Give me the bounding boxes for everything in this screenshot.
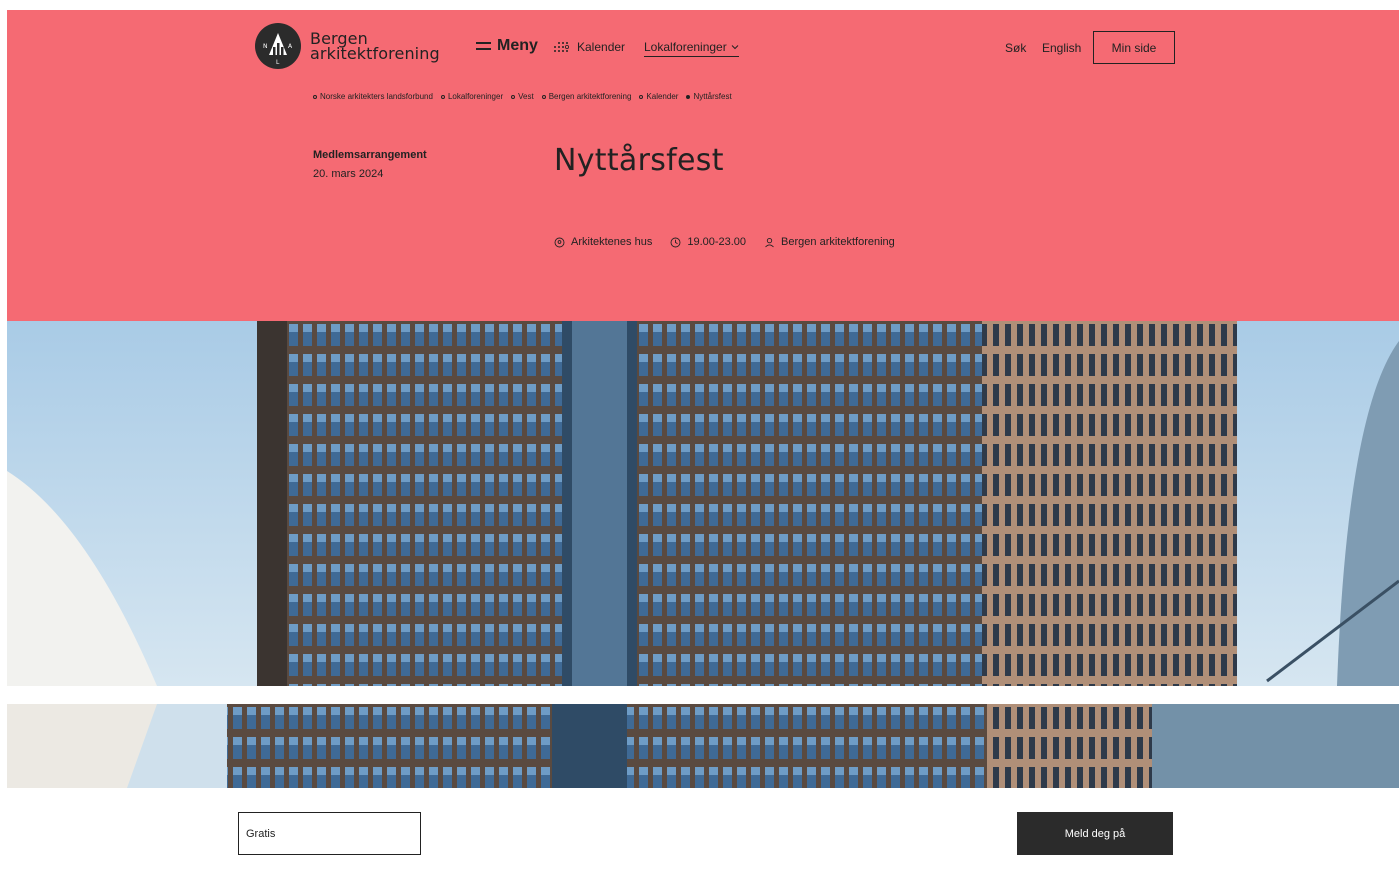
- breadcrumb-dot-icon: [639, 94, 644, 99]
- menu-label: Meny: [497, 37, 538, 54]
- calendar-label: Kalender: [577, 40, 626, 54]
- clock-icon: [670, 237, 681, 247]
- logo-badge-icon: N A L: [255, 23, 301, 69]
- breadcrumb-dot-icon: [541, 94, 546, 99]
- person-icon: [765, 237, 774, 247]
- event-meta: Arkitektenes hus 19.00-23.00 Bergen arki…: [554, 236, 913, 248]
- local-associations-dropdown[interactable]: Lokalforeninger: [644, 40, 739, 57]
- breadcrumb-current-dot-icon: [686, 94, 691, 99]
- signup-button[interactable]: Meld deg på: [1017, 812, 1173, 855]
- event-location: Arkitektenes hus: [554, 236, 652, 248]
- logo-badge-letter-n: N: [263, 43, 268, 50]
- event-time: 19.00-23.00: [670, 236, 746, 248]
- location-pin-icon: [554, 237, 565, 247]
- breadcrumb-dot-icon: [313, 94, 317, 99]
- my-page-button[interactable]: Min side: [1093, 31, 1175, 64]
- logo-line-2: arkitektforening: [310, 44, 440, 63]
- calendar-link[interactable]: Kalender: [553, 40, 625, 54]
- breadcrumb-dot-icon: [440, 94, 445, 99]
- breadcrumb-item-current: Nyttårsfest: [686, 92, 732, 101]
- event-type: Medlemsarrangement: [313, 149, 427, 161]
- breadcrumb-item-bergen[interactable]: Bergen arkitektforening: [541, 92, 631, 101]
- breadcrumb: Norske arkitekters landsforbund Lokalfor…: [313, 92, 740, 101]
- breadcrumb-item-nal[interactable]: Norske arkitekters landsforbund: [313, 92, 433, 101]
- breadcrumb-item-lokalforeninger[interactable]: Lokalforeninger: [440, 92, 503, 101]
- price-field: Gratis: [238, 812, 421, 855]
- hamburger-icon: [476, 41, 491, 51]
- event-image: [7, 321, 1399, 686]
- breadcrumb-item-kalender[interactable]: Kalender: [639, 92, 678, 101]
- breadcrumb-dot-icon: [511, 94, 516, 99]
- chevron-down-icon: [731, 45, 739, 50]
- page-title: Nyttårsfest: [554, 143, 724, 178]
- event-image-repeat: [7, 704, 1399, 788]
- event-organizer: Bergen arkitektforening: [764, 236, 895, 248]
- logo-text: Bergen arkitektforening: [310, 31, 440, 63]
- building-photo-strip: [7, 704, 1399, 788]
- breadcrumb-item-vest[interactable]: Vest: [511, 92, 534, 101]
- dots-grid-icon: [554, 42, 569, 52]
- building-photo: [7, 321, 1399, 686]
- menu-button[interactable]: Meny: [476, 37, 538, 55]
- search-link[interactable]: Søk: [1005, 41, 1026, 55]
- language-link[interactable]: English: [1042, 41, 1081, 55]
- event-date: 20. mars 2024: [313, 168, 384, 180]
- local-associations-label: Lokalforeninger: [644, 40, 727, 54]
- site-logo[interactable]: N A L Bergen arkitektforening: [254, 22, 440, 70]
